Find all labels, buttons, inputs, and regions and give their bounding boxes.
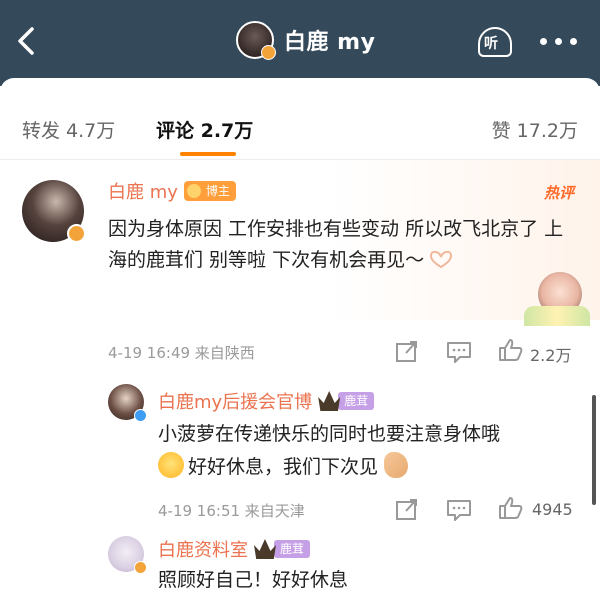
comment-author[interactable]: 白鹿my后援会官博 鹿茸 — [158, 388, 375, 414]
comment-meta: 4-19 16:49 来自陕西 — [108, 344, 255, 362]
hot-comment-label: 热评 — [544, 184, 575, 202]
like-count: 4945 — [532, 500, 573, 519]
commenter-avatar[interactable] — [108, 384, 147, 422]
heart-hands-icon — [430, 250, 453, 268]
comment-text: 照顾好自己！好好休息 — [158, 569, 349, 591]
share-icon[interactable] — [394, 340, 420, 364]
more-options-icon[interactable] — [540, 38, 580, 48]
active-tab-indicator — [180, 152, 236, 156]
header-title-group[interactable]: 白鹿 my — [236, 20, 375, 60]
tab-like[interactable]: 赞 17.2万 — [492, 116, 578, 143]
poster-badge: 博主 — [183, 181, 236, 201]
reply-icon[interactable] — [446, 340, 472, 364]
reply-icon[interactable] — [446, 498, 472, 522]
rest-emoji-icon — [158, 452, 184, 478]
listen-button[interactable]: 听 — [475, 27, 517, 59]
header-avatar[interactable] — [236, 21, 276, 60]
comment-author[interactable]: 白鹿资料室 鹿茸 — [158, 536, 311, 562]
like-icon[interactable] — [498, 496, 524, 520]
verified-badge-icon — [134, 409, 147, 422]
top-bar: 白鹿 my 听 — [0, 0, 600, 86]
comment-text: 因为身体原因 工作安排也有些变动 所以改飞北京了 上海的鹿茸们 别等啦 下次有机… — [108, 218, 564, 271]
share-icon[interactable] — [394, 498, 420, 522]
back-arrow-icon[interactable] — [14, 26, 40, 56]
scrollbar[interactable] — [592, 395, 596, 505]
crown-icon — [318, 391, 341, 411]
page-title: 白鹿 my — [284, 30, 376, 55]
tab-bar: 转发 4.7万 评论 2.7万 赞 17.2万 — [0, 78, 600, 160]
fan-badge: 鹿茸 — [254, 539, 311, 559]
comment-meta: 4-19 16:51 来自天津 — [158, 502, 305, 520]
crown-icon — [254, 539, 276, 559]
tab-repost[interactable]: 转发 4.7万 — [22, 116, 115, 143]
commenter-avatar[interactable] — [108, 536, 147, 574]
author-name[interactable]: 白鹿my后援会官博 — [158, 388, 312, 414]
fan-badge: 鹿茸 — [318, 391, 375, 411]
flexed-arm-emoji-icon — [384, 452, 409, 478]
verified-badge-icon — [67, 224, 86, 243]
author-name[interactable]: 白鹿 my — [108, 178, 178, 204]
tab-comment[interactable]: 评论 2.7万 — [156, 116, 253, 143]
avatar-sticker — [524, 270, 590, 326]
like-count: 2.2万 — [530, 346, 572, 365]
author-name[interactable]: 白鹿资料室 — [158, 536, 248, 562]
like-icon[interactable] — [498, 338, 524, 362]
commenter-avatar[interactable] — [22, 180, 86, 243]
comment-author[interactable]: 白鹿 my 博主 — [108, 178, 236, 204]
comment-text: 小菠萝在传递快乐的同时也要注意身体哦 好好休息，我们下次见 — [158, 423, 501, 478]
verified-badge-icon — [134, 561, 147, 574]
verified-badge-icon — [261, 45, 276, 60]
